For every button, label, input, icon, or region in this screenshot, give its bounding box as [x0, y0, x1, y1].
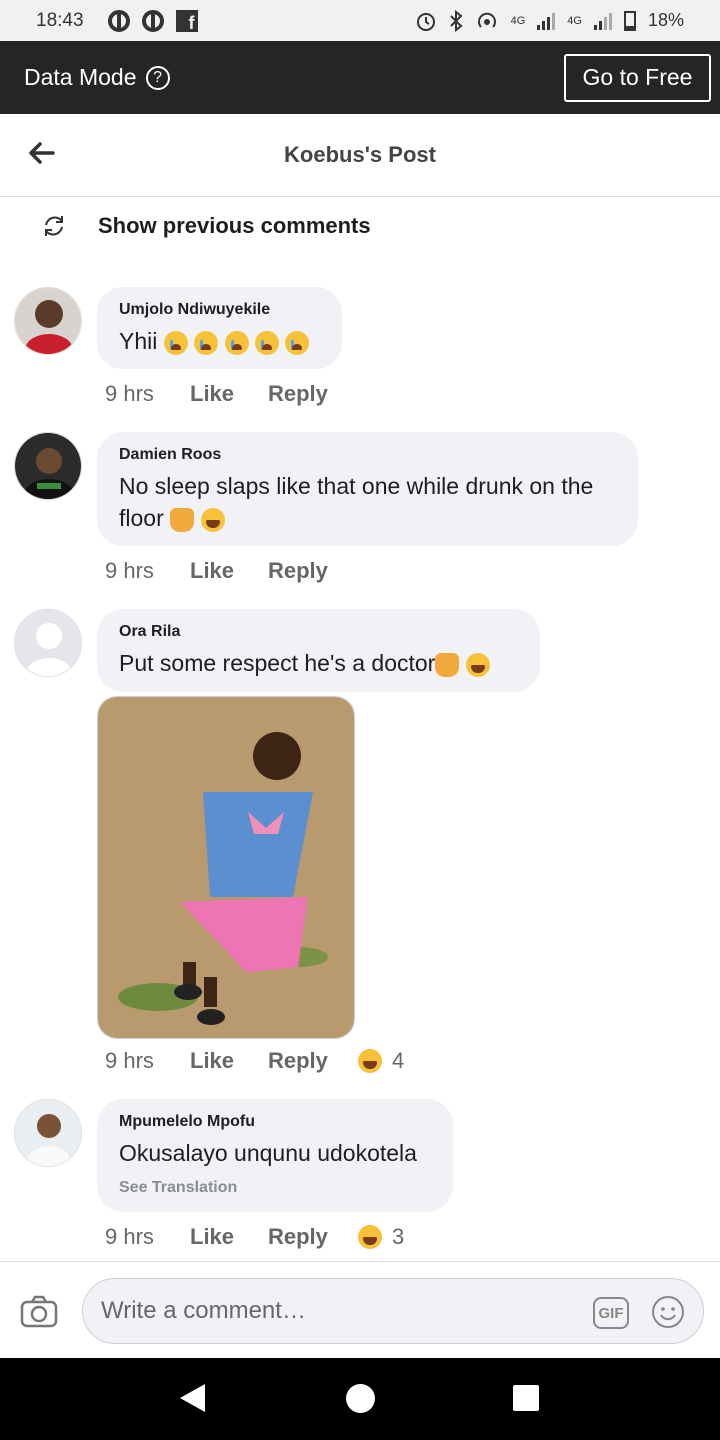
notification-icons: f [107, 9, 198, 32]
arrow-left-icon[interactable] [26, 138, 56, 168]
network-type: 4G [510, 14, 526, 27]
smile-icon[interactable] [651, 1295, 685, 1329]
avatar[interactable] [14, 287, 82, 355]
comment-author[interactable]: Mpumelelo Mpofu [119, 1113, 431, 1131]
comment-actions: 9 hrs Like Reply 4 [105, 1048, 404, 1074]
facebook-icon: f [175, 9, 198, 32]
comment-author[interactable]: Ora Rila [119, 623, 518, 641]
status-time: 18:43 [36, 9, 84, 31]
like-button[interactable]: Like [190, 1048, 268, 1074]
comment-bubble[interactable]: Umjolo Ndiwuyekile Yhii [97, 287, 342, 369]
reaction-summary[interactable]: 3 [358, 1224, 404, 1250]
reply-button[interactable]: Reply [268, 1048, 358, 1074]
data-mode-label: Data Mode [24, 64, 137, 90]
comment-actions: 9 hrs Like Reply [105, 558, 358, 584]
comment-bubble[interactable]: Ora Rila Put some respect he's a doctor [97, 609, 540, 692]
camera-icon[interactable] [20, 1294, 58, 1328]
avatar[interactable] [14, 432, 82, 500]
comment-time: 9 hrs [105, 1048, 154, 1073]
opera-icon-2 [141, 9, 164, 32]
laughing-emoji [200, 507, 225, 532]
see-translation-link[interactable]: See Translation [119, 1179, 431, 1197]
crying-emoji [285, 330, 310, 355]
reply-button[interactable]: Reply [268, 381, 358, 407]
go-to-free-button[interactable]: Go to Free [564, 53, 711, 102]
refresh-icon [45, 216, 63, 236]
comment-time: 9 hrs [105, 1224, 154, 1249]
show-previous-label: Show previous comments [98, 213, 371, 238]
status-bar: 18:43 f 4G 4G 18% [0, 0, 720, 41]
crying-emoji [254, 330, 279, 355]
comment-actions: 9 hrs Like Reply 3 [105, 1224, 404, 1250]
signal-icon-2 [593, 12, 612, 30]
comment-input[interactable]: Write a comment… GIF [82, 1278, 704, 1344]
avatar[interactable] [14, 1099, 82, 1167]
comment-text: Put some respect he's a doctor [119, 647, 518, 679]
comment-placeholder: Write a comment… [101, 1297, 306, 1324]
battery-level: 18% [647, 10, 684, 30]
comment-text: Okusalayo unqunu udokotela [119, 1140, 417, 1166]
comment-time: 9 hrs [105, 558, 154, 583]
comment-bubble[interactable]: Damien Roos No sleep slaps like that one… [97, 432, 638, 546]
hotspot-icon [477, 12, 496, 28]
reaction-summary[interactable]: 4 [358, 1048, 404, 1074]
data-mode-bar: Data Mode ? Go to Free [0, 41, 720, 114]
reply-button[interactable]: Reply [268, 1224, 358, 1250]
haha-reaction-icon [358, 1225, 382, 1249]
haha-reaction-icon [358, 1049, 382, 1073]
nav-recents-icon[interactable] [513, 1385, 539, 1411]
alarm-icon [416, 12, 435, 31]
page-title: Koebus's Post [284, 142, 436, 167]
signal-icon [537, 12, 556, 30]
reply-button[interactable]: Reply [268, 558, 358, 584]
comment-composer: Write a comment… GIF [0, 1261, 720, 1358]
like-button[interactable]: Like [190, 381, 268, 407]
bluetooth-icon [449, 9, 463, 32]
opera-icon [107, 9, 130, 32]
comment-author[interactable]: Damien Roos [119, 446, 616, 464]
gif-button[interactable]: GIF [593, 1297, 629, 1329]
crying-emoji [163, 330, 188, 355]
comment-text: Yhii [119, 325, 320, 357]
comment-author[interactable]: Umjolo Ndiwuyekile [119, 301, 320, 319]
reaction-count: 3 [392, 1224, 405, 1249]
reaction-count: 4 [392, 1048, 405, 1073]
system-icons: 4G 4G 18% [415, 9, 684, 32]
post-header: Koebus's Post [0, 114, 720, 197]
fingers-crossed-emoji [170, 507, 195, 532]
help-icon[interactable]: ? [145, 65, 170, 90]
like-button[interactable]: Like [190, 558, 268, 584]
crying-emoji [224, 330, 249, 355]
raising-hands-emoji [435, 652, 460, 677]
nav-home-icon[interactable] [346, 1384, 375, 1413]
comment-time: 9 hrs [105, 381, 154, 406]
comment-photo[interactable] [97, 696, 355, 1039]
battery-icon [623, 10, 636, 31]
comment-text: No sleep slaps like that one while drunk… [119, 473, 594, 532]
laughing-emoji [465, 652, 490, 677]
network-type-2: 4G [567, 14, 582, 27]
crying-emoji [194, 330, 219, 355]
comment-actions: 9 hrs Like Reply [105, 381, 358, 407]
comment-bubble[interactable]: Mpumelelo Mpofu Okusalayo unqunu udokote… [97, 1099, 453, 1212]
show-previous-comments[interactable]: Show previous comments [40, 212, 371, 240]
system-navigation-bar [0, 1358, 720, 1440]
avatar[interactable] [14, 609, 82, 677]
like-button[interactable]: Like [190, 1224, 268, 1250]
nav-back-icon[interactable] [180, 1384, 205, 1412]
